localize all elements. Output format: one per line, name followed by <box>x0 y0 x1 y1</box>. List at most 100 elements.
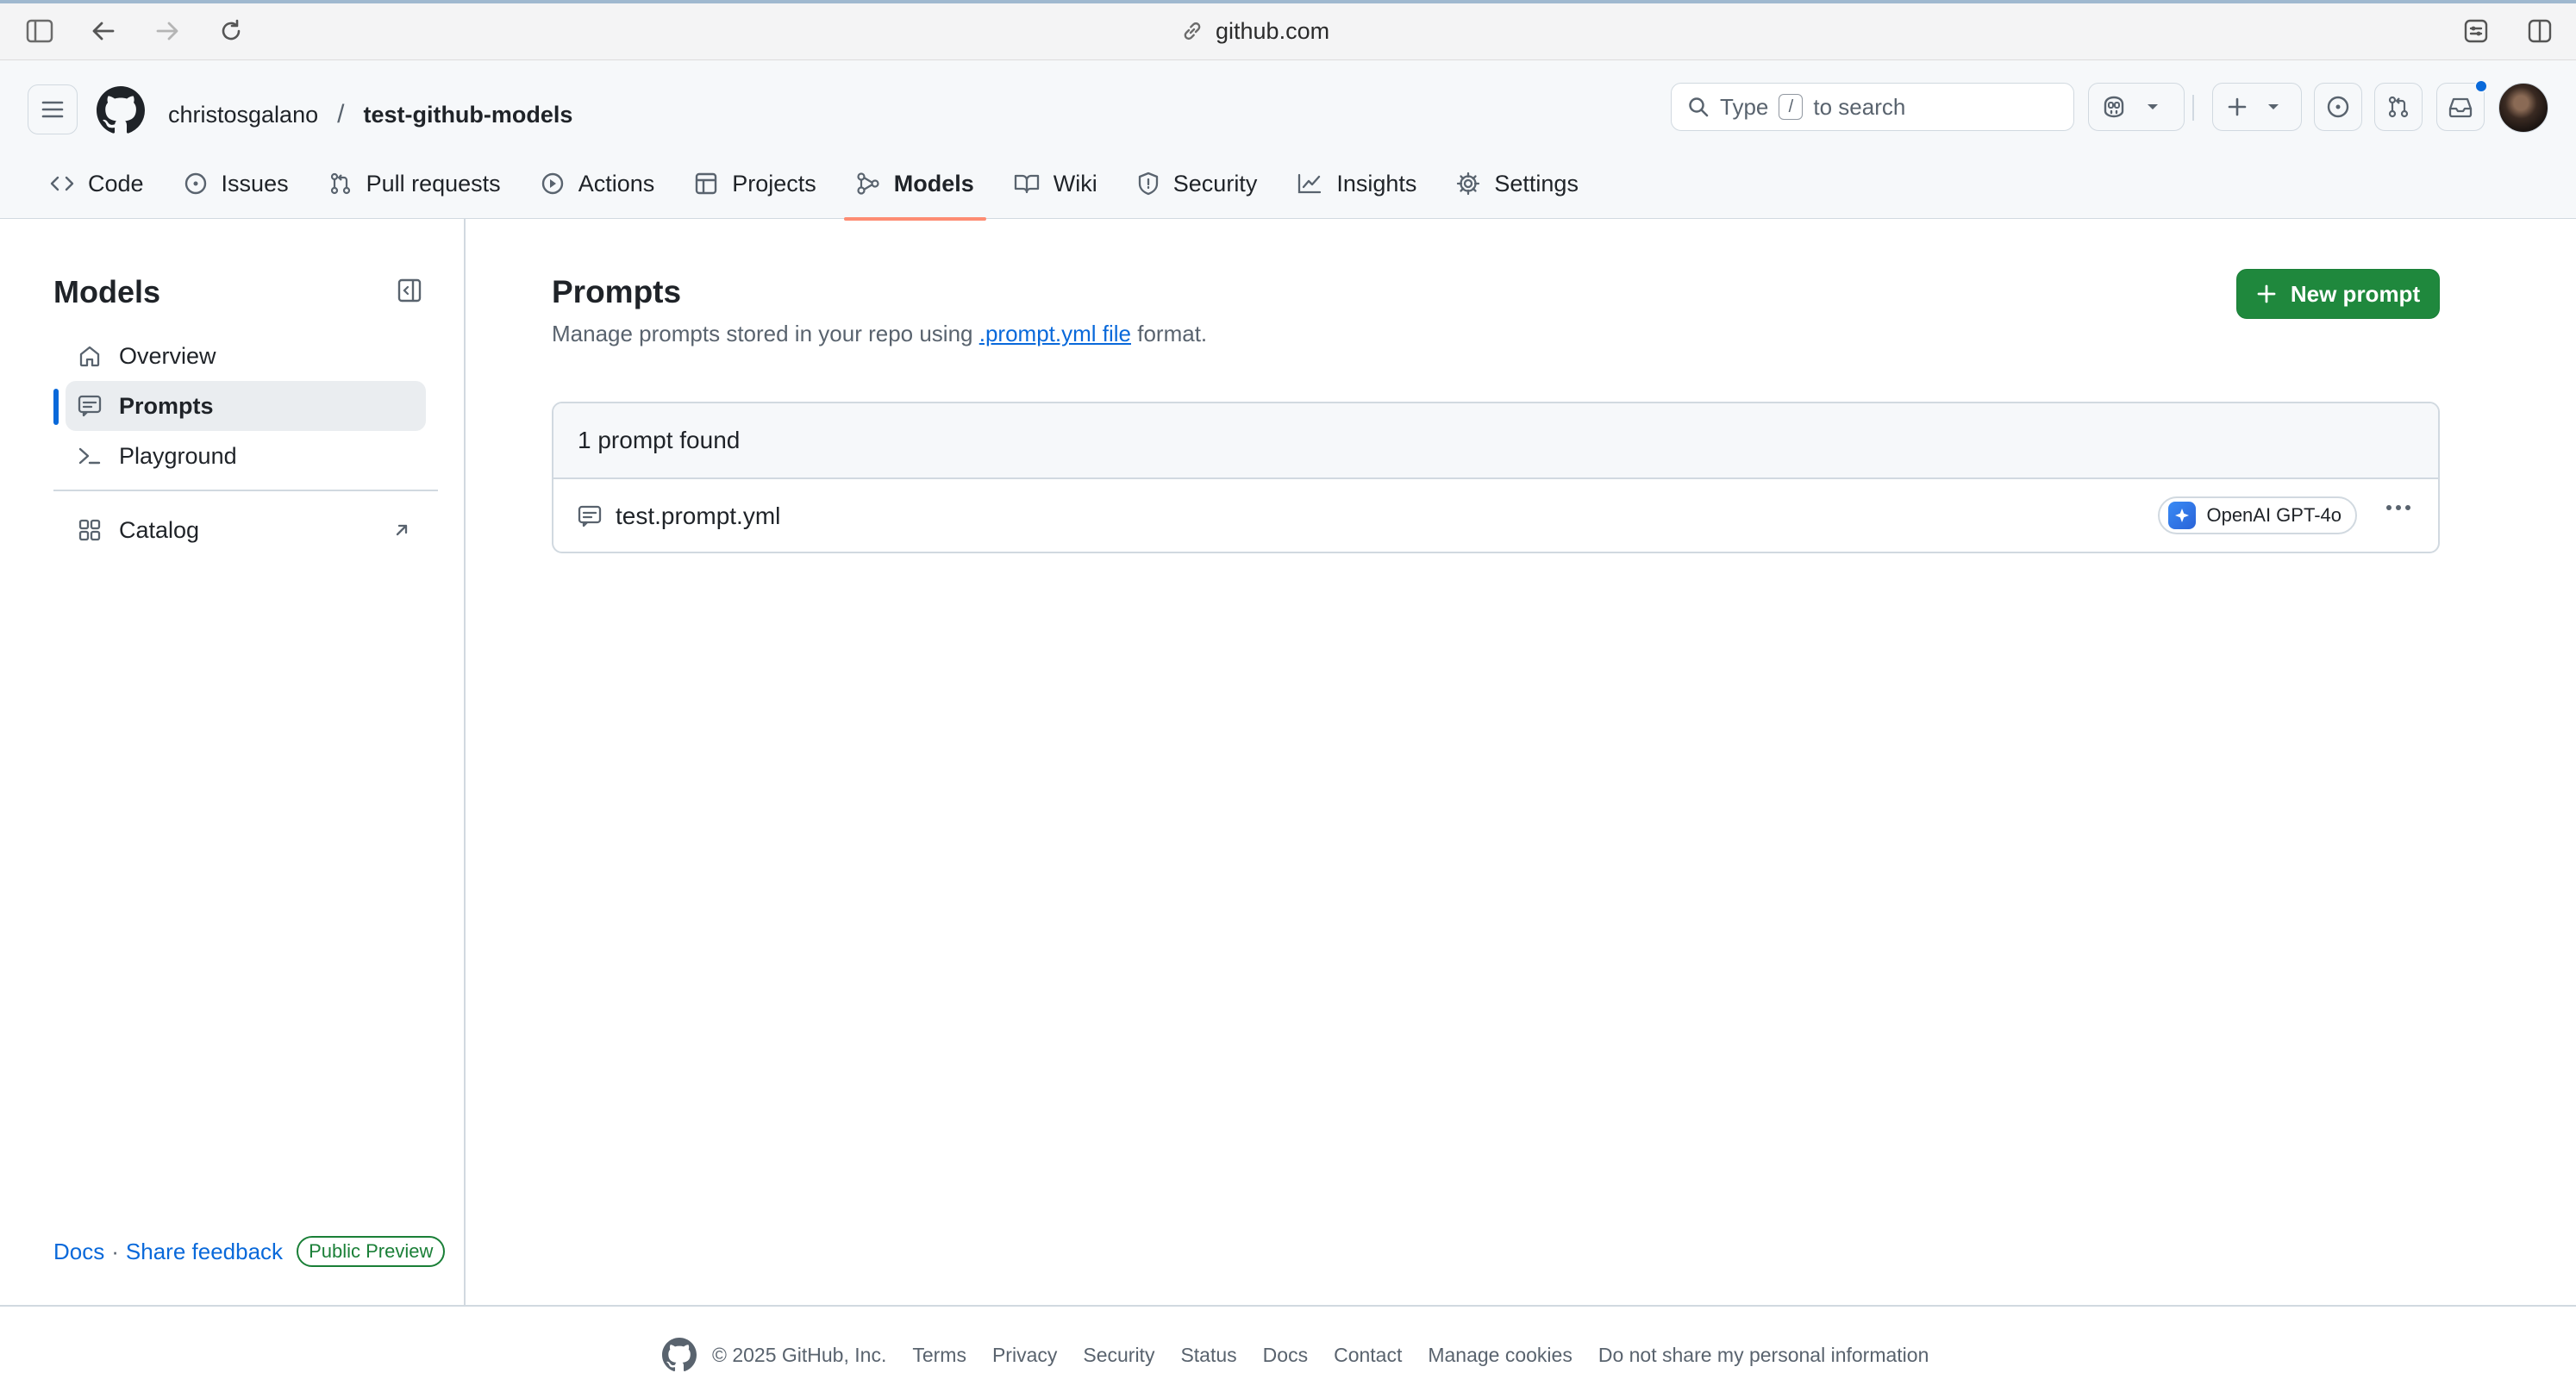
table-icon <box>694 172 718 196</box>
list-item[interactable]: test.prompt.yml OpenAI GPT-4o <box>553 479 2438 552</box>
pull-request-icon <box>328 172 353 196</box>
sidebar-divider <box>53 490 438 491</box>
public-preview-badge: Public Preview <box>297 1236 446 1267</box>
pull-requests-button[interactable] <box>2374 83 2423 131</box>
prompts-list: 1 prompt found test.prompt.yml OpenAI GP… <box>552 402 2440 553</box>
tab-code[interactable]: Code <box>38 162 156 205</box>
inbox-icon <box>2448 96 2473 118</box>
file-comment-icon <box>578 505 602 527</box>
tab-insights[interactable]: Insights <box>1285 162 1429 205</box>
extension-icon[interactable] <box>2455 10 2497 52</box>
copilot-button[interactable] <box>2088 83 2185 131</box>
github-footer-logo-icon[interactable] <box>662 1338 697 1372</box>
github-logo-icon[interactable] <box>97 86 145 134</box>
issue-icon <box>184 172 208 196</box>
window-edge <box>0 0 2576 3</box>
share-feedback-link[interactable]: Share feedback <box>126 1239 283 1265</box>
reload-icon[interactable] <box>210 10 252 52</box>
chevron-down-icon[interactable] <box>2267 103 2280 111</box>
issues-button[interactable] <box>2314 83 2362 131</box>
comment-icon <box>78 395 102 417</box>
book-icon <box>1014 172 1040 195</box>
models-sidebar: Models Overview Prompts Playground Catal… <box>0 219 466 1305</box>
repo-separator: / <box>337 100 345 128</box>
home-icon <box>78 344 102 368</box>
browser-toolbar: github.com <box>0 0 2576 60</box>
sidebar-item-overview[interactable]: Overview <box>66 331 426 381</box>
gear-icon <box>1456 172 1480 196</box>
tab-issues[interactable]: Issues <box>172 162 301 205</box>
model-badge: OpenAI GPT-4o <box>2158 496 2357 534</box>
search-prefix: Type <box>1720 93 1769 120</box>
issue-icon <box>2326 95 2350 119</box>
tab-settings[interactable]: Settings <box>1444 162 1591 205</box>
footer-link-privacy[interactable]: Privacy <box>992 1344 1057 1367</box>
shield-icon <box>1137 172 1160 196</box>
prompt-yml-docs-link[interactable]: .prompt.yml file <box>979 321 1131 346</box>
new-prompt-button[interactable]: New prompt <box>2236 269 2440 319</box>
page-footer: © 2025 GitHub, Inc. Terms Privacy Securi… <box>0 1305 2576 1398</box>
footer-link-terms[interactable]: Terms <box>912 1344 966 1367</box>
apps-icon <box>78 518 102 542</box>
footer-link-security[interactable]: Security <box>1083 1344 1154 1367</box>
docs-link[interactable]: Docs <box>53 1239 104 1265</box>
menu-button[interactable] <box>28 84 78 134</box>
chevron-down-icon[interactable] <box>2146 103 2160 111</box>
sidebar-item-playground[interactable]: Playground <box>66 431 426 481</box>
tab-security[interactable]: Security <box>1125 162 1270 205</box>
tab-actions[interactable]: Actions <box>528 162 667 205</box>
tab-pull-requests[interactable]: Pull requests <box>316 162 513 205</box>
footer-link-contact[interactable]: Contact <box>1334 1344 1402 1367</box>
page-title: Prompts <box>552 274 682 309</box>
search-suffix: to search <box>1813 93 1906 120</box>
search-input[interactable]: Type / to search <box>1671 83 2074 131</box>
sidebar-footer: Docs · Share feedback Public Preview <box>53 1236 446 1267</box>
split-view-icon[interactable] <box>2519 10 2560 52</box>
graph-icon <box>1297 172 1322 195</box>
code-icon <box>50 173 74 194</box>
copyright: © 2025 GitHub, Inc. <box>712 1343 887 1366</box>
avatar[interactable] <box>2498 83 2548 133</box>
prompt-file-name[interactable]: test.prompt.yml <box>616 502 780 530</box>
active-indicator <box>53 389 59 425</box>
repo-breadcrumb: christosgalano / test-github-models <box>168 93 572 136</box>
address-bar[interactable]: github.com <box>1181 12 1405 50</box>
copilot-icon <box>2101 95 2127 119</box>
address-text: github.com <box>1216 17 1330 44</box>
hamburger-icon <box>41 100 64 119</box>
tab-projects[interactable]: Projects <box>682 162 828 205</box>
footer-link-do-not-share[interactable]: Do not share my personal information <box>1598 1344 1929 1367</box>
notification-dot <box>2474 79 2488 93</box>
plus-icon <box>2227 97 2248 117</box>
search-shortcut-key: / <box>1779 94 1804 120</box>
search-icon <box>1687 96 1710 118</box>
header-divider <box>2192 95 2194 121</box>
back-icon[interactable] <box>83 10 124 52</box>
pull-request-icon <box>2386 95 2410 119</box>
external-link-icon <box>393 521 410 539</box>
sidebar-collapse-icon[interactable] <box>397 278 422 303</box>
kebab-menu-icon[interactable] <box>2385 503 2412 512</box>
prompts-count: 1 prompt found <box>553 403 2438 479</box>
terminal-icon <box>78 445 102 467</box>
footer-dot: · <box>111 1238 119 1264</box>
sidebar-title: Models <box>53 274 161 309</box>
sidebar-toggle-icon[interactable] <box>19 10 60 52</box>
plus-icon <box>2256 284 2277 304</box>
footer-link-docs[interactable]: Docs <box>1263 1344 1308 1367</box>
page-description: Manage prompts stored in your repo using… <box>552 321 1208 346</box>
repo-tabs: Code Issues Pull requests Actions Projec… <box>38 162 1606 221</box>
openai-model-icon <box>2168 502 2197 529</box>
repo-owner-link[interactable]: christosgalano <box>168 102 318 128</box>
tab-models[interactable]: Models <box>843 162 986 221</box>
link-icon <box>1181 20 1204 42</box>
tab-wiki[interactable]: Wiki <box>1002 162 1110 205</box>
play-icon <box>541 172 565 196</box>
forward-icon[interactable] <box>147 10 188 52</box>
sidebar-item-prompts[interactable]: Prompts <box>66 381 426 431</box>
footer-link-manage-cookies[interactable]: Manage cookies <box>1428 1344 1572 1367</box>
sidebar-item-catalog[interactable]: Catalog <box>66 505 426 555</box>
repo-name-link[interactable]: test-github-models <box>363 102 572 128</box>
footer-link-status[interactable]: Status <box>1180 1344 1236 1367</box>
create-new-button[interactable] <box>2212 83 2302 131</box>
